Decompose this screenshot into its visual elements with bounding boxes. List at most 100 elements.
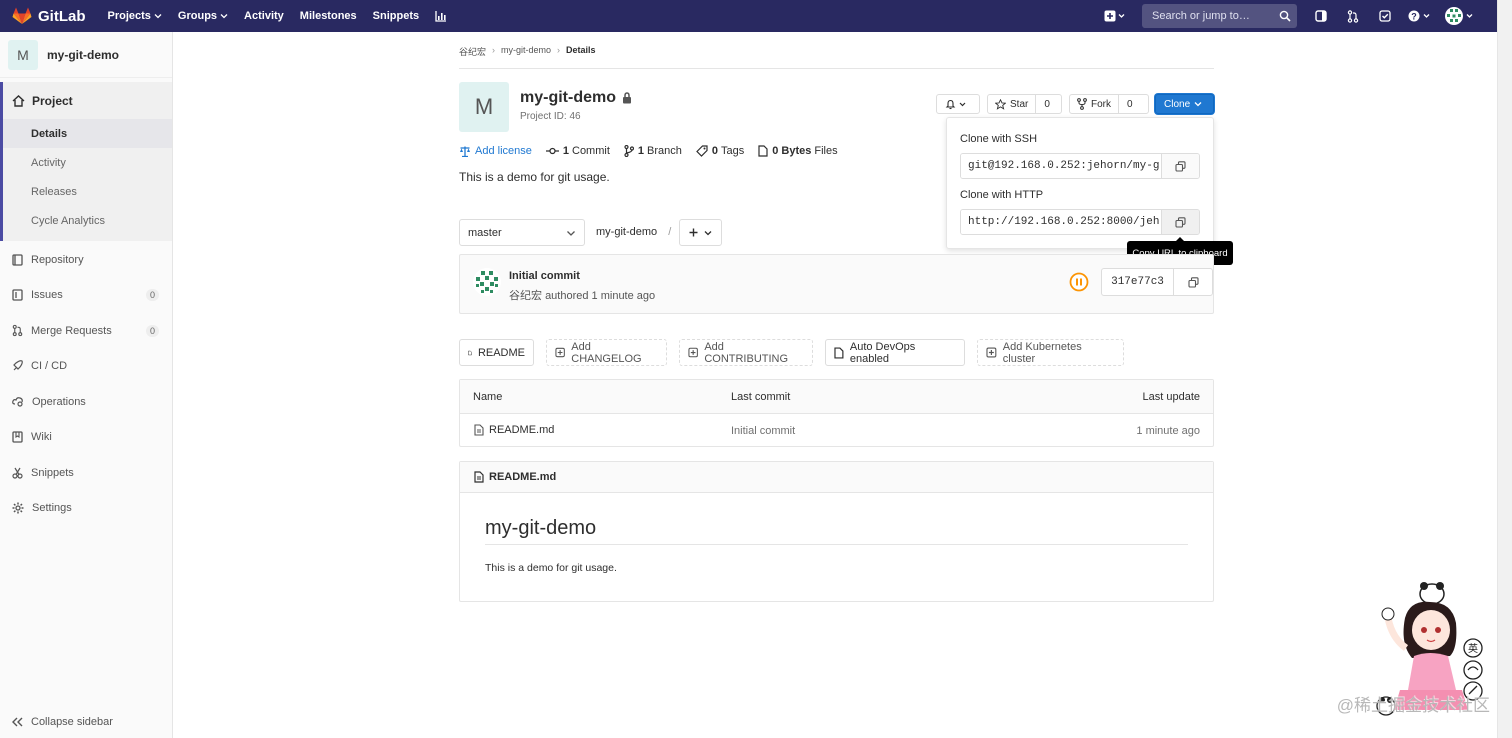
merge-requests-button[interactable]: [1339, 5, 1367, 27]
commit-meta: 谷纪宏 authored 1 minute ago: [509, 287, 655, 303]
http-url-input[interactable]: [961, 210, 1162, 234]
gitlab-home-link[interactable]: GitLab: [12, 7, 98, 25]
copy-sha-button[interactable]: [1174, 269, 1212, 295]
nav-milestones-label: Milestones: [299, 10, 357, 22]
sidebar-item-ci-cd[interactable]: CI / CD: [0, 349, 172, 385]
sidebar-item-issues[interactable]: Issues 0: [0, 278, 172, 314]
add-license-link[interactable]: Add license: [459, 145, 532, 157]
copy-ssh-url-button[interactable]: [1161, 154, 1199, 178]
help-dropdown-button[interactable]: ?: [1403, 5, 1437, 27]
nav-analytics[interactable]: [435, 10, 447, 22]
chevron-down-icon: [1194, 102, 1202, 107]
auto-devops-button[interactable]: Auto DevOps enabled: [825, 339, 965, 366]
user-menu-button[interactable]: [1441, 5, 1479, 27]
file-icon: [834, 346, 844, 359]
commit-author-avatar[interactable]: [473, 268, 501, 296]
fork-button[interactable]: Fork 0: [1069, 94, 1149, 114]
nav-snippets[interactable]: Snippets: [373, 10, 419, 22]
todos-button[interactable]: [1371, 5, 1399, 27]
chart-icon: [435, 10, 447, 22]
merge-request-icon: [12, 325, 23, 337]
commit-sha-group: 317e77c3: [1101, 268, 1213, 296]
star-count[interactable]: 0: [1035, 95, 1058, 113]
files-stat[interactable]: 0 Bytes Files: [758, 145, 838, 157]
nav-groups[interactable]: Groups: [178, 10, 228, 22]
project-description: This is a demo for git usage.: [459, 170, 610, 184]
repo-path-root[interactable]: my-git-demo: [596, 226, 657, 238]
branch-icon: [624, 145, 634, 157]
star-icon: [995, 98, 1006, 110]
file-name-link[interactable]: README.md: [474, 424, 554, 436]
readme-filename[interactable]: README.md: [489, 471, 556, 483]
copy-icon: [1175, 160, 1186, 172]
collapse-sidebar-button[interactable]: Collapse sidebar: [12, 716, 113, 728]
issues-icon: [12, 289, 23, 301]
tag-icon: [696, 145, 708, 157]
commit-icon: [545, 147, 559, 155]
path-separator: /: [668, 226, 672, 238]
add-kubernetes-button[interactable]: Add Kubernetes cluster: [977, 339, 1124, 366]
todo-check-icon: [1379, 10, 1391, 22]
sidebar-item-merge-requests[interactable]: Merge Requests 0: [0, 313, 172, 349]
notification-dropdown-button[interactable]: [936, 94, 980, 114]
sidebar-subitem-details[interactable]: Details: [3, 119, 172, 148]
sidebar-item-repository[interactable]: Repository: [0, 242, 172, 278]
breadcrumb-project[interactable]: my-git-demo: [501, 45, 551, 55]
add-license-label: Add license: [475, 145, 532, 157]
nav-snippets-label: Snippets: [372, 10, 420, 22]
page-scrollbar[interactable]: [1497, 0, 1512, 738]
sidebar-section-project: Project Details Activity Releases Cycle …: [0, 82, 172, 241]
sidebar-subitem-cycle-analytics[interactable]: Cycle Analytics: [3, 206, 172, 235]
clone-dropdown-button[interactable]: Clone: [1155, 94, 1214, 114]
clone-label: Clone: [1164, 98, 1191, 110]
nav-milestones[interactable]: Milestones: [300, 10, 357, 22]
add-changelog-label: Add CHANGELOG: [571, 340, 642, 365]
brand-name: GitLab: [38, 7, 86, 25]
branch-selector[interactable]: master: [459, 219, 585, 246]
commit-sha[interactable]: 317e77c3: [1102, 269, 1174, 295]
sidebar-subitem-releases[interactable]: Releases: [3, 177, 172, 206]
commits-stat[interactable]: 1 Commit: [545, 145, 610, 157]
search-input[interactable]: [1150, 9, 1278, 23]
breadcrumb-current[interactable]: Details: [566, 45, 596, 55]
star-button[interactable]: Star 0: [987, 94, 1062, 114]
copy-http-url-button[interactable]: [1161, 210, 1199, 234]
sidebar-item-settings[interactable]: Settings: [0, 491, 172, 527]
commit-author[interactable]: 谷纪宏: [509, 290, 542, 302]
plus-square-icon: [688, 347, 698, 358]
table-row[interactable]: README.md Initial commit 1 minute ago: [460, 414, 1213, 447]
project-avatar-large: M: [459, 82, 509, 132]
add-file-dropdown-button[interactable]: [679, 219, 722, 246]
copy-icon: [1187, 276, 1199, 288]
pipeline-status-button[interactable]: [1069, 272, 1089, 292]
breadcrumb-namespace[interactable]: 谷纪宏: [459, 45, 486, 58]
sidebar-item-snippets[interactable]: Snippets: [0, 455, 172, 491]
fork-label: Fork: [1091, 98, 1111, 110]
breadcrumb: 谷纪宏 › my-git-demo › Details: [459, 45, 1214, 69]
file-last-commit[interactable]: Initial commit: [731, 425, 795, 437]
ssh-url-input[interactable]: [961, 154, 1162, 178]
add-changelog-button[interactable]: Add CHANGELOG: [546, 339, 667, 366]
clone-ssh-field: [960, 153, 1200, 179]
nav-projects[interactable]: Projects: [108, 10, 162, 22]
search-box[interactable]: [1142, 4, 1297, 28]
commits-count: 1: [562, 145, 569, 157]
tags-stat[interactable]: 0 Tags: [696, 145, 744, 157]
sidebar-toggle-button[interactable]: [1307, 5, 1335, 27]
sidebar-item-wiki[interactable]: Wiki: [0, 420, 172, 456]
sidebar-item-operations[interactable]: Operations: [0, 384, 172, 420]
commit-title[interactable]: Initial commit: [509, 270, 580, 282]
readme-button[interactable]: README: [459, 339, 534, 366]
new-dropdown-button[interactable]: [1098, 5, 1132, 27]
commit-time: authored 1 minute ago: [545, 290, 656, 302]
scissors-icon: [12, 467, 23, 479]
column-header-last-commit: Last commit: [731, 391, 791, 403]
sidebar-item-project[interactable]: Project: [3, 82, 172, 119]
readme-button-label: README: [477, 346, 525, 359]
sidebar-project-header[interactable]: M my-git-demo: [0, 32, 172, 78]
add-contributing-button[interactable]: Add CONTRIBUTING: [679, 339, 813, 366]
branches-stat[interactable]: 1 Branch: [624, 145, 682, 157]
fork-count[interactable]: 0: [1118, 95, 1141, 113]
sidebar-subitem-activity[interactable]: Activity: [3, 148, 172, 177]
nav-activity[interactable]: Activity: [244, 10, 284, 22]
